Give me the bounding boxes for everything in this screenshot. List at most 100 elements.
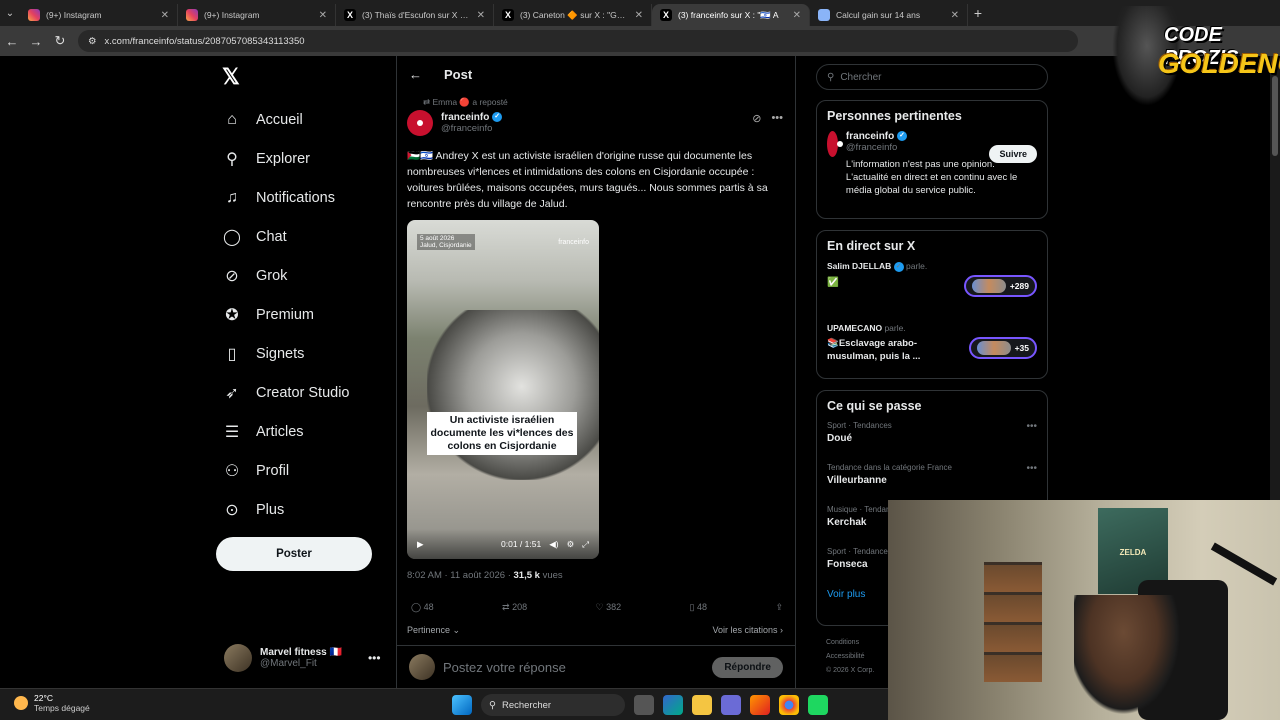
close-icon[interactable]: ✕ bbox=[635, 10, 643, 21]
sidebar-item-chat[interactable]: ◯ Chat bbox=[222, 217, 350, 256]
browser-tab-1[interactable]: (9+) Instagram ✕ bbox=[20, 4, 178, 26]
bell-icon: ♫ bbox=[226, 188, 238, 206]
volume-icon[interactable]: ◀) bbox=[549, 539, 558, 550]
bookmark-button[interactable]: ▯ 48 bbox=[690, 602, 707, 613]
settings-icon[interactable]: ⚙ bbox=[567, 539, 575, 550]
user-avatar[interactable] bbox=[827, 131, 843, 157]
sidebar-item-accueil[interactable]: ⌂ Accueil bbox=[222, 100, 350, 139]
more-options-icon[interactable]: ••• bbox=[1026, 463, 1037, 474]
video-brand: franceinfo bbox=[558, 239, 589, 246]
new-tab-button[interactable]: + bbox=[968, 5, 988, 21]
file-explorer-icon[interactable] bbox=[692, 695, 712, 715]
app-icon[interactable] bbox=[808, 695, 828, 715]
live-space-1[interactable]: Salim DJELLAB ✓ parle. ✅ +289 bbox=[827, 261, 1037, 317]
browser-tab-2[interactable]: (9+) Instagram ✕ bbox=[178, 4, 336, 26]
verified-badge-icon: ✓ bbox=[897, 131, 908, 142]
sidebar-item-notifications[interactable]: ♫ Notifications bbox=[222, 178, 350, 217]
follow-button[interactable]: Suivre bbox=[989, 145, 1037, 163]
sidebar-item-plus[interactable]: ⊙ Plus bbox=[222, 490, 350, 529]
sidebar-item-label: Premium bbox=[256, 306, 315, 323]
more-options-icon[interactable]: ••• bbox=[771, 112, 783, 125]
sidebar-item-premium[interactable]: ✪ Premium bbox=[222, 295, 350, 334]
store-icon[interactable] bbox=[721, 695, 741, 715]
edge-icon[interactable] bbox=[663, 695, 683, 715]
close-icon[interactable]: ✕ bbox=[477, 10, 485, 21]
left-sidebar: 𝕏 ⌂ Accueil ⚲ Explorer ♫ Notifications ◯ Cha… bbox=[0, 56, 396, 688]
sidebar-item-explorer[interactable]: ⚲ Explorer bbox=[222, 139, 350, 178]
post-author[interactable]: franceinfo ✓ @franceinfo bbox=[407, 110, 503, 136]
sort-dropdown[interactable]: Pertinence ⌄ bbox=[407, 625, 460, 636]
play-icon[interactable]: ▶ bbox=[417, 539, 424, 550]
video-player[interactable]: 5 août 2026 Jalud, Cisjordanie franceinfo… bbox=[407, 220, 599, 559]
bookmark-count: 48 bbox=[697, 602, 708, 612]
grok-icon[interactable]: ⊘ bbox=[752, 112, 761, 125]
video-time: 0:01 / 1:51 bbox=[501, 539, 542, 549]
tab-search-icon[interactable]: ⌄ bbox=[0, 8, 20, 19]
author-avatar[interactable] bbox=[407, 110, 433, 136]
url-field[interactable]: ⚙ x.com/franceinfo/status/208705708534311… bbox=[78, 30, 1078, 52]
post-button[interactable]: Poster bbox=[216, 537, 372, 571]
fullscreen-icon[interactable]: ⤢ bbox=[582, 539, 589, 550]
browser-tab-3[interactable]: X (3) Thaïs d'Escufon sur X : "Alo ✕ bbox=[336, 4, 494, 26]
firefox-icon[interactable] bbox=[750, 695, 770, 715]
close-icon[interactable]: ✕ bbox=[319, 10, 327, 21]
search-icon: ⚲ bbox=[226, 150, 238, 168]
trend-item[interactable]: Sport · Tendances Doué ••• bbox=[827, 421, 1037, 463]
post-text: 🇵🇸🇮🇱 Andrey X est un activiste israélien… bbox=[407, 150, 768, 210]
webcam-overlay: ZELDA bbox=[888, 500, 1280, 720]
sidebar-item-signets[interactable]: ▯ Signets bbox=[222, 334, 350, 373]
taskbar-search[interactable]: ⚲ Rechercher bbox=[481, 694, 625, 716]
verified-badge-icon: ✓ bbox=[492, 112, 503, 123]
tab-title: (9+) Instagram bbox=[204, 10, 260, 20]
reload-icon[interactable]: ↻ bbox=[48, 33, 72, 49]
site-info-icon[interactable]: ⚙ bbox=[88, 36, 97, 47]
close-icon[interactable]: ✕ bbox=[161, 10, 169, 21]
reply-input[interactable]: Postez votre réponse bbox=[443, 660, 704, 675]
close-icon[interactable]: ✕ bbox=[793, 10, 801, 21]
back-icon[interactable]: ← bbox=[0, 34, 24, 49]
x-logo-icon[interactable]: 𝕏 bbox=[222, 64, 240, 90]
browser-tab-6[interactable]: Calcul gain sur 14 ans ✕ bbox=[810, 4, 968, 26]
task-view-icon[interactable] bbox=[634, 695, 654, 715]
trend-item[interactable]: Tendance dans la catégorie France Villeur… bbox=[827, 463, 1037, 505]
live-space-2[interactable]: UPAMECANO parle. 📚Esclavage arabo-musulm… bbox=[827, 323, 1037, 379]
search-input[interactable]: ⚲ Chercher bbox=[816, 64, 1048, 90]
view-quotes-link[interactable]: Voir les citations › bbox=[712, 625, 783, 636]
sidebar-item-articles[interactable]: ☰ Articles bbox=[222, 412, 350, 451]
forward-icon[interactable]: → bbox=[24, 34, 48, 49]
sidebar-item-label: Signets bbox=[256, 345, 305, 362]
more-options-icon[interactable]: ••• bbox=[1026, 421, 1037, 432]
sidebar-item-profil[interactable]: ⚇ Profil bbox=[222, 451, 350, 490]
taskbar: 22°C Temps dégagé ⚲ Rechercher bbox=[0, 688, 888, 720]
share-icon[interactable]: ⇪ bbox=[775, 602, 783, 613]
repost-button[interactable]: ⇄ 208 bbox=[502, 602, 527, 613]
listeners-pill[interactable]: +289 bbox=[963, 275, 1037, 297]
listeners-pill[interactable]: +35 bbox=[968, 337, 1037, 359]
reply-button[interactable]: ◯ 48 bbox=[411, 602, 434, 613]
footer-link[interactable]: Accessibilité bbox=[826, 650, 874, 664]
account-switcher[interactable]: Marvel fitness 🇫🇷 @Marvel_Fit ••• bbox=[224, 644, 381, 672]
windows-start-icon[interactable] bbox=[452, 695, 472, 715]
back-arrow-icon[interactable]: ← bbox=[409, 67, 422, 82]
x-icon: X bbox=[502, 9, 514, 21]
chevron-down-icon: ⌄ bbox=[450, 625, 461, 635]
footer-link[interactable]: Conditions bbox=[826, 636, 874, 650]
like-button[interactable]: ♡ 382 bbox=[596, 602, 622, 613]
browser-tab-5-active[interactable]: X (3) franceinfo sur X : "🇮🇱 A ✕ bbox=[652, 4, 810, 26]
post-timestamp[interactable]: 8:02 AM · 11 août 2026 · bbox=[407, 570, 514, 581]
sidebar-item-creator-studio[interactable]: ➶ Creator Studio bbox=[222, 373, 350, 412]
chrome-icon[interactable] bbox=[779, 695, 799, 715]
stream-logo-overlay: CODE PROZIS GOLDENG bbox=[1108, 0, 1280, 112]
avatar bbox=[409, 654, 435, 680]
author-name-row[interactable]: franceinfo ✓ bbox=[441, 112, 503, 123]
live-card: En direct sur X Salim DJELLAB ✓ parle. ✅… bbox=[816, 230, 1048, 379]
weather-widget[interactable]: 22°C Temps dégagé bbox=[14, 693, 90, 713]
tab-title: (9+) Instagram bbox=[46, 10, 102, 20]
close-icon[interactable]: ✕ bbox=[951, 10, 959, 21]
sidebar-item-grok[interactable]: ⊘ Grok bbox=[222, 256, 350, 295]
sidebar-item-label: Creator Studio bbox=[256, 384, 350, 401]
reply-submit-button[interactable]: Répondre bbox=[712, 656, 783, 678]
more-options-icon[interactable]: ••• bbox=[368, 651, 381, 665]
browser-tab-4[interactable]: X (3) Caneton 🔶 sur X : "Gardez ✕ bbox=[494, 4, 652, 26]
relevant-user[interactable]: franceinfo ✓ @franceinfo L'information n… bbox=[827, 131, 1037, 197]
